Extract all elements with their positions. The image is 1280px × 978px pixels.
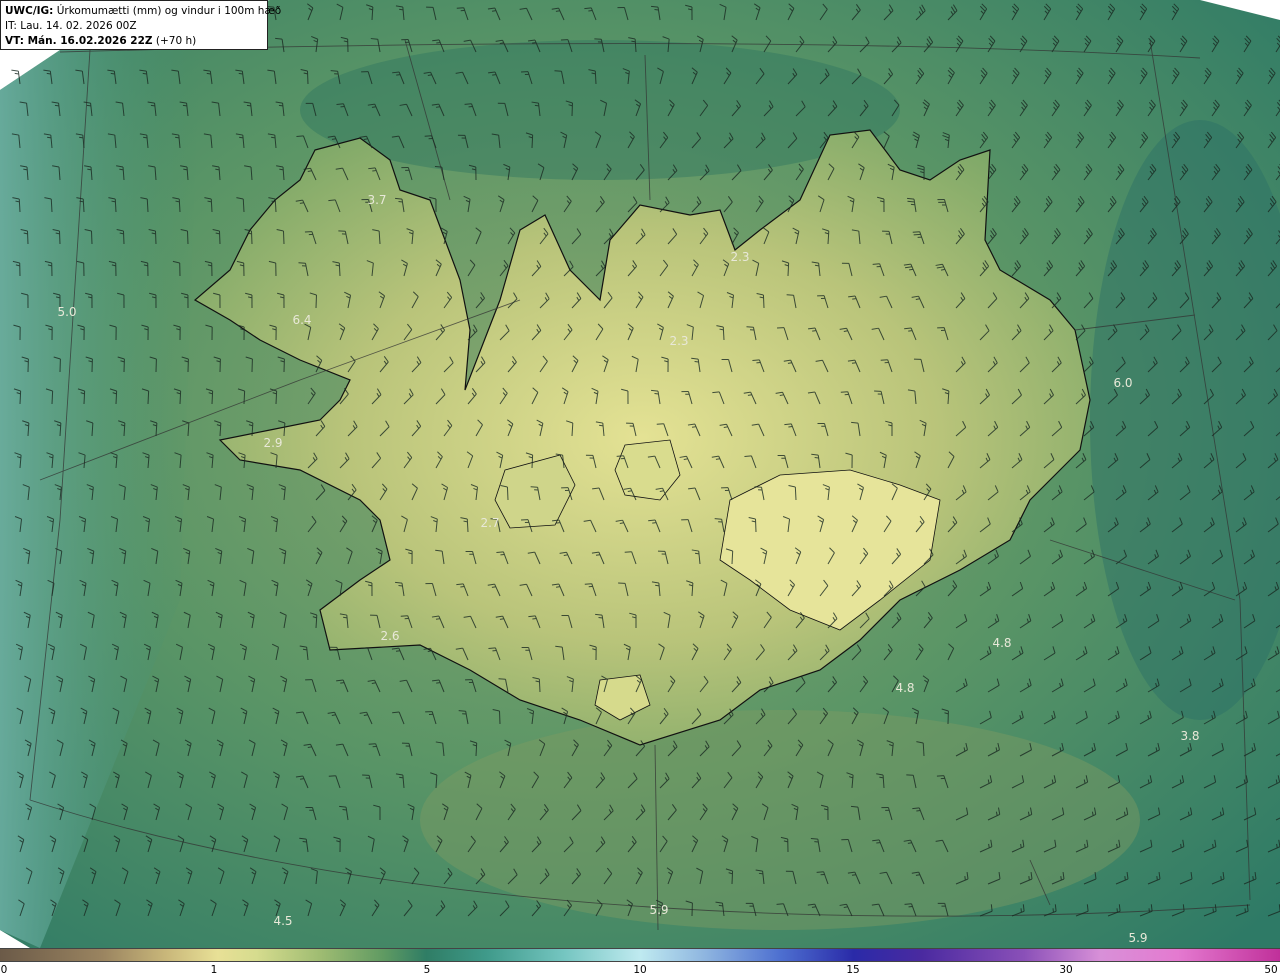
- colorbar-tick: 50: [1264, 964, 1278, 976]
- value-label: 3.8: [1180, 729, 1200, 743]
- value-label: 2.9: [263, 436, 283, 450]
- value-label: 2.6: [380, 629, 400, 643]
- map-canvas: [0, 0, 1280, 948]
- value-label: 4.8: [992, 636, 1012, 650]
- colorbar-tick: 15: [846, 964, 860, 976]
- value-label: 6.4: [292, 313, 312, 327]
- colorbar-tick: 5: [423, 964, 431, 976]
- value-label: 2.3: [730, 250, 750, 264]
- map-area: UWC/IG: Úrkomumætti (mm) og vindur i 100…: [0, 0, 1280, 948]
- value-label: 2.7: [480, 516, 500, 530]
- value-label: 4.8: [895, 681, 915, 695]
- value-label: 4.5: [273, 914, 293, 928]
- init-time-label: IT: Lau. 14. 02. 2026 00Z: [5, 20, 137, 32]
- colorbar-tick: 10: [633, 964, 647, 976]
- colorbar-tick: 30: [1059, 964, 1073, 976]
- value-label: 2.3: [669, 334, 689, 348]
- colorbar-tick: 0: [0, 964, 8, 976]
- value-label: 3.7: [367, 193, 387, 207]
- product-label: UWC/IG:: [5, 5, 54, 17]
- value-label: 5.9: [1128, 931, 1148, 945]
- lead-time-label: (+70 h): [155, 35, 197, 47]
- description-label: Úrkomumætti (mm) og vindur i 100m hæð: [56, 5, 282, 17]
- colorbar-tick: 1: [210, 964, 218, 976]
- title-box: UWC/IG: Úrkomumætti (mm) og vindur i 100…: [0, 0, 281, 50]
- colorbar-strip: [0, 948, 1280, 962]
- colorbar: 0 1 5 10 15 30 50: [0, 948, 1280, 978]
- value-label: 5.9: [649, 903, 669, 917]
- valid-time-label: VT: Mán. 16.02.2026 22Z: [5, 35, 153, 47]
- north-sea-dark: [300, 40, 900, 180]
- value-label: 5.0: [57, 305, 77, 319]
- value-label: 6.0: [1113, 376, 1133, 390]
